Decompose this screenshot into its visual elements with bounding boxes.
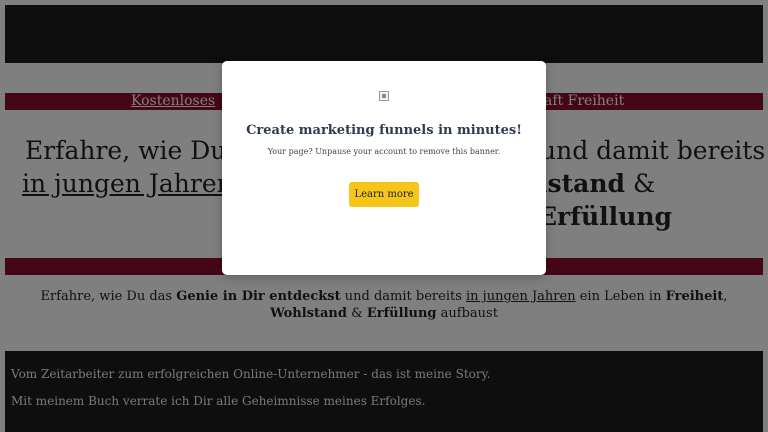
- promo-modal: Create marketing funnels in minutes! You…: [222, 61, 546, 275]
- modal-text: Your page? Unpause your account to remov…: [267, 147, 501, 156]
- learn-more-button[interactable]: Learn more: [349, 182, 419, 207]
- broken-image-icon: [379, 91, 389, 101]
- modal-title: Create marketing funnels in minutes!: [246, 123, 522, 138]
- modal-overlay[interactable]: Create marketing funnels in minutes! You…: [0, 0, 768, 432]
